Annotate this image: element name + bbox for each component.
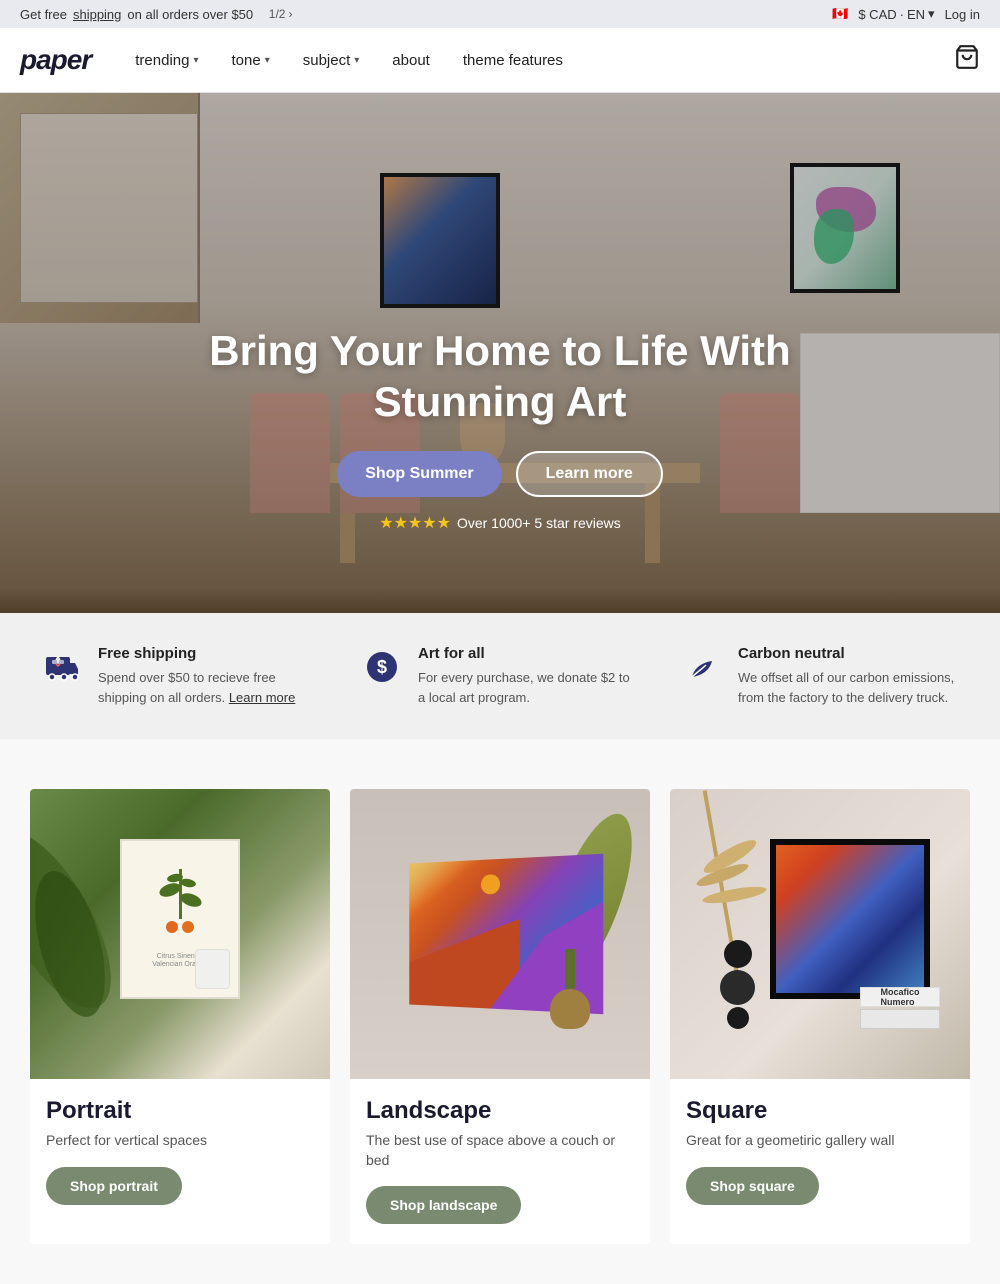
shop-square-button[interactable]: Shop square [686, 1167, 819, 1205]
flag-icon: 🇨🇦 [832, 6, 848, 22]
chevron-icon: › [288, 7, 292, 21]
nav-item-tone[interactable]: tone ▾ [218, 44, 284, 77]
hero-reviews: ★★★★★ Over 1000+ 5 star reviews [0, 513, 1000, 533]
product-title-square: Square [686, 1097, 954, 1125]
chevron-down-icon: ▾ [193, 55, 198, 66]
product-title-portrait: Portrait [46, 1097, 314, 1125]
feature-carbon-text: Carbon neutral We offset all of our carb… [738, 645, 960, 707]
learn-more-shipping-link[interactable]: Learn more [229, 690, 295, 705]
review-text: Over 1000+ 5 star reviews [457, 515, 621, 531]
banner-shipping-link[interactable]: shipping [73, 7, 121, 22]
currency-separator: · [900, 7, 904, 22]
feature-art-for-all: $ Art for all For every purchase, we don… [360, 645, 640, 707]
product-desc-square: Great for a geometiric gallery wall [686, 1131, 954, 1151]
banner-message: Get free shipping on all orders over $50… [20, 7, 292, 22]
chevron-down-icon: ▾ [928, 6, 935, 22]
leaf-icon [680, 645, 724, 689]
hero-title: Bring Your Home to Life With Stunning Ar… [200, 326, 800, 427]
product-grid: Citrus SinensisValencian Orange Portrait… [30, 789, 970, 1244]
product-info-landscape: Landscape The best use of space above a … [350, 1079, 650, 1244]
learn-more-button[interactable]: Learn more [516, 451, 663, 497]
product-card-landscape: Landscape The best use of space above a … [350, 789, 650, 1244]
feature-carbon-neutral: Carbon neutral We offset all of our carb… [680, 645, 960, 707]
dollar-icon: $ [360, 645, 404, 689]
banner-pagination: 1/2 › [269, 7, 293, 21]
currency-selector[interactable]: $ CAD · EN ▾ [858, 6, 934, 22]
shop-summer-button[interactable]: Shop Summer [337, 451, 501, 497]
product-image-square: MocaficoNumero [670, 789, 970, 1079]
feature-art-text: Art for all For every purchase, we donat… [418, 645, 640, 707]
hero-content: Bring Your Home to Life With Stunning Ar… [0, 326, 1000, 533]
svg-text:$: $ [377, 657, 387, 677]
nav-item-theme-features[interactable]: theme features [449, 44, 577, 77]
banner-text-after: on all orders over $50 [127, 7, 253, 22]
cart-icon[interactable] [954, 44, 980, 76]
hero-buttons: Shop Summer Learn more [0, 451, 1000, 497]
nav-links: trending ▾ tone ▾ subject ▾ about theme … [121, 44, 954, 77]
main-nav: paper trending ▾ tone ▾ subject ▾ about … [0, 28, 1000, 93]
shop-landscape-button[interactable]: Shop landscape [366, 1186, 521, 1224]
hero-section: Bring Your Home to Life With Stunning Ar… [0, 93, 1000, 613]
shipping-icon [40, 645, 84, 689]
product-info-portrait: Portrait Perfect for vertical spaces Sho… [30, 1079, 330, 1225]
product-info-square: Square Great for a geometiric gallery wa… [670, 1079, 970, 1225]
feature-free-shipping: Free shipping Spend over $50 to recieve … [40, 645, 320, 707]
banner-text: Get free [20, 7, 67, 22]
product-title-landscape: Landscape [366, 1097, 634, 1125]
product-desc-portrait: Perfect for vertical spaces [46, 1131, 314, 1151]
site-logo[interactable]: paper [20, 44, 91, 76]
product-image-landscape [350, 789, 650, 1079]
features-strip: Free shipping Spend over $50 to recieve … [0, 613, 1000, 739]
chevron-down-icon: ▾ [265, 55, 270, 66]
star-rating: ★★★★★ [379, 513, 451, 533]
product-desc-landscape: The best use of space above a couch or b… [366, 1131, 634, 1170]
shop-portrait-button[interactable]: Shop portrait [46, 1167, 182, 1205]
feature-shipping-text: Free shipping Spend over $50 to recieve … [98, 645, 320, 707]
banner-right: 🇨🇦 $ CAD · EN ▾ Log in [832, 6, 980, 22]
product-image-portrait: Citrus SinensisValencian Orange [30, 789, 330, 1079]
top-banner: Get free shipping on all orders over $50… [0, 0, 1000, 28]
product-card-portrait: Citrus SinensisValencian Orange Portrait… [30, 789, 330, 1244]
nav-item-trending[interactable]: trending ▾ [121, 44, 212, 77]
nav-item-about[interactable]: about [378, 44, 444, 77]
product-card-square: MocaficoNumero Square Great for a geomet… [670, 789, 970, 1244]
login-link[interactable]: Log in [945, 7, 980, 22]
chevron-down-icon: ▾ [354, 55, 359, 66]
nav-item-subject[interactable]: subject ▾ [289, 44, 374, 77]
product-section: Citrus SinensisValencian Orange Portrait… [0, 739, 1000, 1284]
